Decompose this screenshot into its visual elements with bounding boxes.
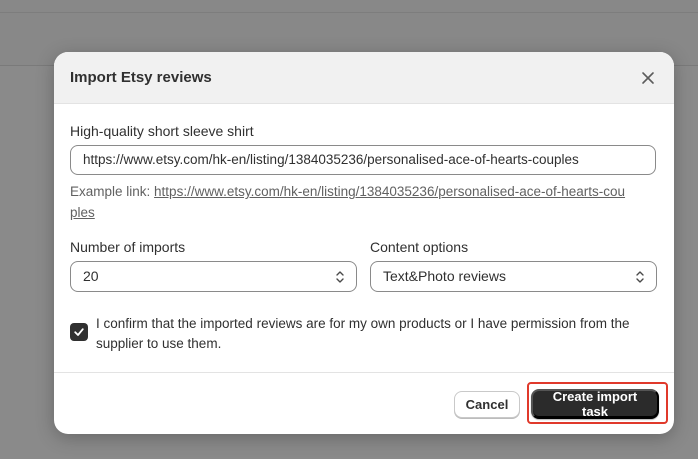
import-reviews-modal: Import Etsy reviews High-quality short s…: [54, 52, 674, 434]
checkmark-icon: [74, 328, 84, 336]
select-chevron-icon: [636, 271, 644, 283]
confirm-label: I confirm that the imported reviews are …: [96, 316, 630, 351]
create-import-task-button[interactable]: Create import task: [531, 389, 659, 419]
content-options-select[interactable]: Text&Photo reviews: [370, 261, 657, 292]
footer-divider: [54, 372, 674, 373]
close-button[interactable]: [636, 66, 660, 90]
close-icon: [642, 72, 654, 84]
number-of-imports-label: Number of imports: [70, 239, 186, 255]
background-divider: [0, 12, 698, 13]
content-options-value: Text&Photo reviews: [383, 268, 506, 284]
example-link-help: Example link: https://www.etsy.com/hk-en…: [70, 181, 630, 223]
cancel-button[interactable]: Cancel: [454, 391, 520, 418]
listing-url-input[interactable]: https://www.etsy.com/hk-en/listing/13840…: [70, 145, 656, 175]
modal-header: Import Etsy reviews: [54, 52, 674, 104]
example-link-prefix: Example link:: [70, 184, 155, 199]
confirm-checkbox[interactable]: [70, 323, 88, 341]
number-of-imports-select[interactable]: 20: [70, 261, 357, 292]
modal-title: Import Etsy reviews: [70, 69, 212, 86]
content-options-label: Content options: [370, 239, 469, 255]
example-link[interactable]: https://www.etsy.com/hk-en/listing/13840…: [70, 184, 625, 220]
select-chevron-icon: [336, 271, 344, 283]
number-of-imports-value: 20: [83, 268, 99, 284]
product-name-label: High-quality short sleeve shirt: [70, 123, 254, 139]
